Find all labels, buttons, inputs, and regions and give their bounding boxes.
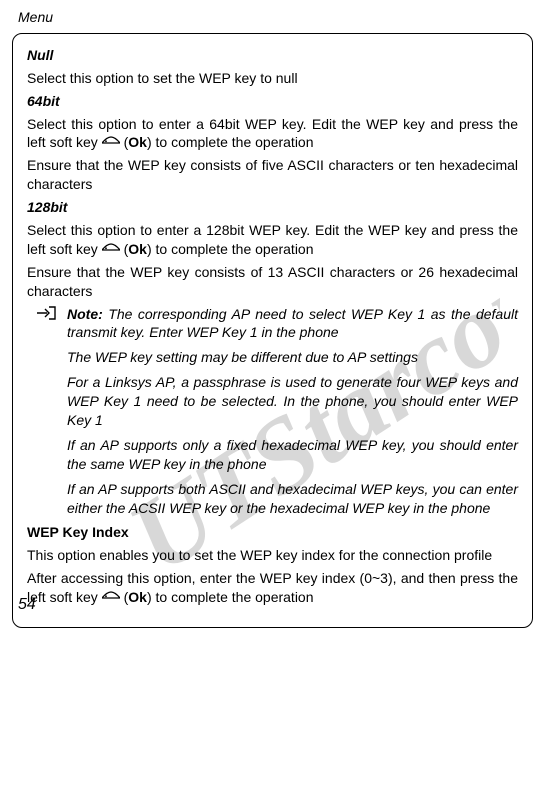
- text-wep-index-2: After accessing this option, enter the W…: [27, 569, 518, 607]
- note-para-2: The WEP key setting may be different due…: [67, 348, 518, 367]
- note-1-rest: The corresponding AP need to select WEP …: [67, 306, 518, 341]
- ok-label: Ok: [128, 589, 147, 605]
- ok-open: (: [120, 134, 129, 150]
- note-para-1: Note: The corresponding AP need to selec…: [67, 305, 518, 343]
- text-wep-index-2-post: ) to complete the operation: [147, 589, 314, 605]
- note-para-5: If an AP supports both ASCII and hexadec…: [67, 480, 518, 518]
- note-label: Note:: [67, 306, 103, 322]
- heading-64bit: 64bit: [27, 92, 518, 111]
- heading-null: Null: [27, 46, 518, 65]
- note-para-4: If an AP supports only a fixed hexadecim…: [67, 436, 518, 474]
- ok-label: Ok: [128, 134, 147, 150]
- heading-wep-index: WEP Key Index: [27, 523, 518, 542]
- document-page: Menu Null Select this option to set the …: [0, 0, 545, 628]
- soft-key-icon: [102, 591, 120, 605]
- soft-key-icon: [102, 136, 120, 150]
- text-64bit-main: Select this option to enter a 64bit WEP …: [27, 115, 518, 153]
- note-hand-icon: [35, 303, 57, 327]
- ok-open: (: [120, 589, 129, 605]
- text-wep-index-1: This option enables you to set the WEP k…: [27, 546, 518, 565]
- text-64bit-post: ) to complete the operation: [147, 134, 314, 150]
- text-64bit-ensure: Ensure that the WEP key consists of five…: [27, 156, 518, 194]
- note-para-3: For a Linksys AP, a passphrase is used t…: [67, 373, 518, 430]
- soft-key-icon: [102, 243, 120, 257]
- page-number: 54: [18, 594, 36, 616]
- text-null: Select this option to set the WEP key to…: [27, 69, 518, 88]
- text-128bit-main: Select this option to enter a 128bit WEP…: [27, 221, 518, 259]
- text-128bit-post: ) to complete the operation: [147, 241, 314, 257]
- text-128bit-ensure: Ensure that the WEP key consists of 13 A…: [27, 263, 518, 301]
- heading-128bit: 128bit: [27, 198, 518, 217]
- content-frame: Null Select this option to set the WEP k…: [12, 33, 533, 628]
- ok-label: Ok: [128, 241, 147, 257]
- ok-open: (: [120, 241, 129, 257]
- running-header: Menu: [0, 0, 545, 33]
